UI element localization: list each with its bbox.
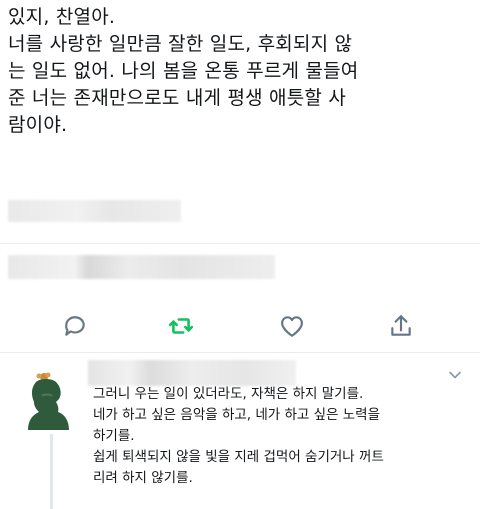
blurred-timestamp <box>8 200 181 222</box>
avatar[interactable] <box>22 372 82 434</box>
blurred-engagement-stats[interactable] <box>8 255 275 279</box>
blurred-username[interactable] <box>88 360 296 386</box>
reply-line: 리려 하지 않기를. <box>93 470 193 486</box>
tweet-text: 있지, 찬열아. 너를 사랑한 일만큼 잘한 일도, 후회되지 않 는 일도 없… <box>8 4 474 139</box>
thread-line <box>50 434 53 509</box>
tweet-line: 너를 사랑한 일만큼 잘한 일도, 후회되지 않 <box>8 33 353 55</box>
heart-icon <box>281 316 303 337</box>
divider <box>0 352 480 353</box>
reply-line: 쉽게 퇴색되지 않을 빛을 지레 겁먹어 숨기거나 꺼트 <box>93 449 384 465</box>
tweet-line: 준 너는 존재만으로도 내게 평생 애틋할 사 <box>8 87 346 109</box>
reply-icon <box>65 316 85 336</box>
retweet-icon <box>168 318 194 334</box>
chevron-down-icon[interactable] <box>448 368 462 382</box>
tweet-line: 람이야. <box>8 114 68 136</box>
share-button[interactable] <box>386 311 416 341</box>
tweet-line: 는 일도 없어. 나의 봄을 온통 푸르게 물들여 <box>8 60 359 82</box>
share-icon <box>391 315 411 336</box>
like-button[interactable] <box>277 311 307 341</box>
reply-line: 그러니 우는 일이 있더라도, 자책은 하지 말기를. <box>93 386 364 402</box>
reply-button[interactable] <box>60 311 90 341</box>
reply-line: 하기를. <box>93 428 135 444</box>
tweet-line: 있지, 찬열아. <box>8 6 116 28</box>
reply-line: 네가 하고 싶은 음악을 하고, 네가 하고 싶은 노력을 <box>93 407 381 423</box>
tweet-action-bar <box>0 303 480 347</box>
reply-text: 그러니 우는 일이 있더라도, 자책은 하지 말기를. 네가 하고 싶은 음악을… <box>93 384 473 489</box>
retweet-button[interactable] <box>166 311 196 341</box>
divider <box>0 243 480 244</box>
